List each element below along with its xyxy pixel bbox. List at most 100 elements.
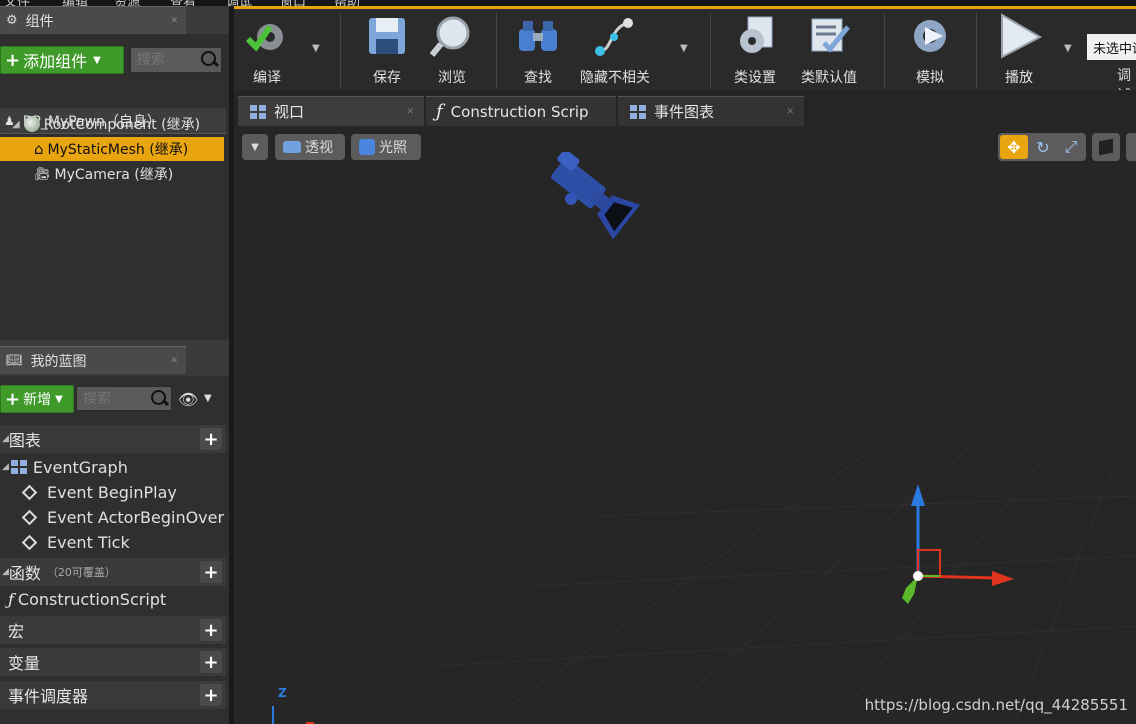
tab-viewport[interactable]: 视口 ✕ [238, 96, 424, 126]
add-dispatcher-button[interactable]: + [200, 684, 222, 706]
debug-object-select[interactable]: 未选中调试对象 [1087, 34, 1136, 60]
tree-item-root[interactable]: ◢ RootComponent (继承) [0, 112, 224, 136]
play-label: 播放 [1005, 70, 1033, 86]
section-label: 函数 [8, 564, 41, 583]
find-button[interactable]: 查找 [515, 13, 561, 87]
browse-button[interactable]: 浏览 [429, 13, 475, 87]
section-graphs[interactable]: ◢ 图表 + [0, 425, 226, 453]
tab-label: Construction Scrip [450, 102, 589, 121]
section-label: 变量 [8, 654, 41, 673]
tree-item-static-mesh[interactable]: ⌂ MyStaticMesh (继承) [0, 137, 224, 161]
add-variable-button[interactable]: + [200, 651, 222, 673]
function-icon: ƒ [436, 101, 443, 122]
class-settings-button[interactable]: 类设置 [732, 13, 778, 87]
browse-label: 浏览 [438, 70, 466, 86]
blueprint-search-field[interactable] [77, 390, 149, 407]
plus-icon: + [5, 388, 21, 410]
add-graph-button[interactable]: + [200, 428, 222, 450]
separator [976, 13, 977, 89]
blueprint-search-input[interactable] [76, 386, 172, 411]
chevron-down-icon: ▼ [93, 54, 101, 66]
viewport-icon [250, 104, 266, 119]
add-function-button[interactable]: + [200, 561, 222, 583]
event-item[interactable]: Event Tick [0, 530, 226, 554]
components-tab[interactable]: ⚙ 组件 ✕ [0, 6, 186, 34]
components-icon: ⚙ [6, 13, 18, 28]
hide-unrelated-chevron-icon[interactable]: ▼ [680, 43, 688, 54]
event-graph-item[interactable]: ◢ EventGraph [0, 455, 226, 479]
eye-icon[interactable]: 👁︎ [178, 390, 198, 409]
compile-options-chevron-icon[interactable]: ▼ [312, 43, 320, 54]
save-button[interactable]: 保存 [364, 13, 410, 87]
class-defaults-icon [806, 13, 852, 59]
perspective-label: 透视 [305, 140, 333, 156]
expand-arrow-icon: ◢ [2, 434, 9, 444]
event-item[interactable]: Event ActorBeginOver [0, 505, 226, 529]
expand-arrow-icon[interactable]: ◢ [12, 119, 20, 130]
play-icon [996, 13, 1042, 59]
rotate-icon[interactable]: ↻ [1030, 135, 1056, 159]
tab-construction-script[interactable]: ƒ Construction Scrip [426, 96, 616, 126]
lit-label: 光照 [379, 140, 407, 156]
search-icon [149, 389, 169, 409]
world-local-button[interactable] [1092, 133, 1120, 161]
scale-icon[interactable]: ⤢ [1058, 135, 1084, 159]
simulate-label: 模拟 [916, 70, 944, 86]
tab-label: 事件图表 [654, 103, 715, 121]
separator [496, 13, 497, 89]
more-tools-button[interactable] [1126, 133, 1136, 161]
section-variables[interactable]: 变量 + [0, 648, 226, 676]
close-icon[interactable]: ✕ [786, 107, 794, 117]
my-blueprint-tab[interactable]: 📖︎ 我的蓝图 ✕ [0, 346, 186, 374]
construction-script-item[interactable]: ƒ ConstructionScript [0, 587, 226, 611]
camera-icon: 🎥︎ [34, 166, 51, 182]
editor-tabs: 视口 ✕ ƒ Construction Scrip 事件图表 ✕ [234, 90, 1136, 126]
compile-button[interactable]: 编译 [244, 13, 290, 87]
event-item[interactable]: Event BeginPlay [0, 480, 226, 504]
event-graph-icon [10, 460, 27, 474]
axis-z-line [272, 706, 274, 724]
static-mesh-icon: ⌂ [34, 140, 44, 158]
compile-label: 编译 [253, 70, 281, 86]
separator [340, 13, 341, 89]
viewport[interactable]: ▼ 透视 光照 ✥ ↻ ⤢ Z https://blog.csdn.net/qq… [234, 126, 1136, 724]
class-defaults-button[interactable]: 类默认值 [801, 13, 857, 87]
magnifier-icon [429, 13, 475, 59]
tree-item-camera[interactable]: 🎥︎ MyCamera (继承) [0, 162, 224, 186]
translate-icon[interactable]: ✥ [1000, 135, 1028, 159]
close-icon[interactable]: ✕ [170, 16, 178, 26]
section-dispatchers[interactable]: 事件调度器 + [0, 681, 226, 709]
function-icon: ƒ [8, 589, 14, 609]
add-macro-button[interactable]: + [200, 619, 222, 641]
event-node-icon [21, 484, 38, 500]
simulate-button[interactable]: 模拟 [907, 13, 953, 87]
close-icon[interactable]: ✕ [406, 107, 414, 117]
perspective-button[interactable]: 透视 [275, 134, 345, 160]
component-search-input[interactable] [130, 47, 222, 73]
event-graph-label: EventGraph [32, 457, 128, 477]
event-node-icon [21, 509, 38, 525]
section-functions[interactable]: ◢ 函数 （20可覆盖） + [0, 558, 226, 586]
new-button[interactable]: + 新增 ▼ [0, 385, 74, 413]
axis-z-label: Z [278, 686, 287, 700]
hide-unrelated-icon [592, 13, 638, 59]
hide-unrelated-button[interactable]: 隐藏不相关 [580, 13, 650, 87]
tab-label: 视口 [274, 103, 305, 121]
chevron-down-icon[interactable]: ▼ [204, 393, 212, 404]
lit-mode-button[interactable]: 光照 [351, 134, 421, 160]
viewport-options-button[interactable]: ▼ [242, 134, 268, 160]
section-macros[interactable]: 宏 + [0, 616, 226, 644]
new-button-label: 新增 [23, 392, 52, 408]
close-icon[interactable]: ✕ [170, 356, 178, 366]
play-button[interactable]: 播放 [996, 13, 1042, 87]
save-icon [364, 13, 410, 59]
book-icon: 📖︎ [6, 353, 23, 368]
play-options-chevron-icon[interactable]: ▼ [1064, 43, 1072, 54]
transform-gizmo[interactable] [884, 476, 1024, 626]
tab-event-graph[interactable]: 事件图表 ✕ [618, 96, 804, 126]
event-graph-icon [630, 104, 646, 119]
chevron-down-icon: ▼ [251, 141, 259, 153]
component-search-field[interactable] [131, 52, 199, 68]
add-component-button[interactable]: + 添加组件 ▼ [0, 46, 124, 74]
separator [710, 13, 711, 89]
